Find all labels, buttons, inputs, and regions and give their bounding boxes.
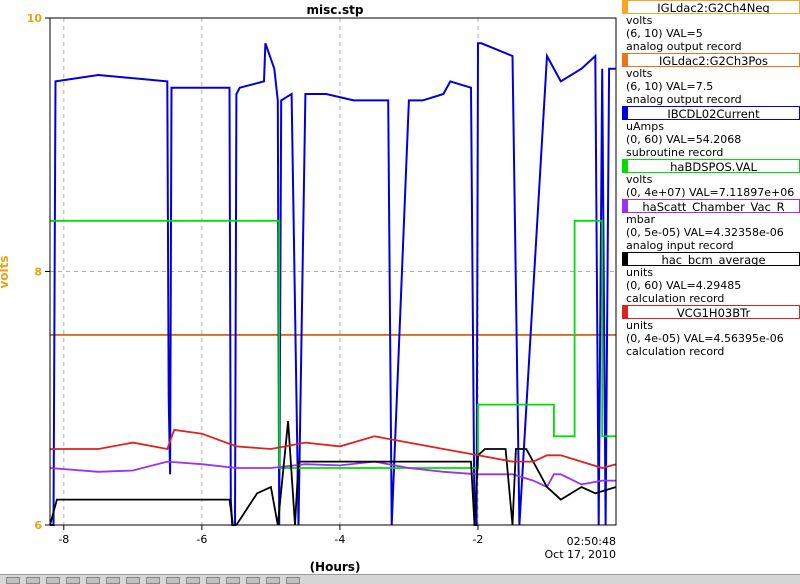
legend-entry-line3: calculation record	[626, 345, 725, 358]
legend-entry[interactable]: IGLdac2:G2Ch4Neg volts (6, 10) VAL=5 analog…	[622, 0, 800, 53]
chart-title: misc.stp	[307, 3, 364, 17]
legend-entry-line2: (6, 10) VAL=5	[626, 27, 703, 40]
legend-entry-line2: (0, 60) VAL=54.2068	[626, 133, 742, 146]
legend-entry[interactable]: IBCDL02Current uAmps (0, 60) VAL=54.2068 su…	[622, 106, 800, 159]
legend-entry-name[interactable]: haBDSPOS.VAL	[622, 159, 800, 173]
x-tick-label: -8	[58, 533, 69, 546]
legend-entry-line3: subroutine record	[626, 146, 724, 159]
legend-entry-line1: volts	[626, 173, 653, 186]
legend-entry-line1: mbar	[626, 213, 655, 226]
legend-entry-line3: calculation record	[626, 292, 725, 305]
legend-entry-line2: (0, 4e-05) VAL=4.56395e-06	[626, 332, 784, 345]
legend-entry-line1: volts	[626, 67, 653, 80]
legend-entry-name[interactable]: VCG1H03BTr	[622, 305, 800, 319]
legend-entry-line3: analog input record	[626, 239, 734, 252]
x-tick-label: -6	[196, 533, 207, 546]
legend-entry-line1: volts	[626, 14, 653, 27]
x-axis-label: (Hours)	[310, 560, 361, 574]
legend-entry-line2: (0, 60) VAL=4.29485	[626, 279, 742, 292]
y-axis-label: volts	[0, 255, 11, 288]
legend-entry-line3: analog output record	[626, 93, 742, 106]
legend-entry-name[interactable]: IBCDL02Current	[622, 106, 800, 120]
legend-entry[interactable]: haScatt_Chamber_Vac_R mbar (0, 5e-05) VAL=…	[622, 199, 800, 252]
x-tick-label: -2	[472, 533, 483, 546]
date-label: Oct 17, 2010	[545, 548, 617, 561]
legend-entry-line1: units	[626, 319, 654, 332]
legend-entry-line2: (6, 10) VAL=7.5	[626, 80, 714, 93]
legend-entry-line2: (0, 4e+07) VAL=7.11897e+06	[626, 186, 795, 199]
legend-entry-name[interactable]: haScatt_Chamber_Vac_R	[622, 199, 800, 213]
legend-entry-line1: uAmps	[626, 120, 664, 133]
legend-entry-line1: units	[626, 266, 654, 279]
timestamp-label: 02:50:48	[567, 535, 616, 548]
x-tick-label: -4	[334, 533, 345, 546]
legend-entry-line3: analog output record	[626, 40, 742, 53]
chart-background	[0, 0, 622, 583]
legend-panel: IGLdac2:G2Ch4Neg volts (6, 10) VAL=5 analog…	[622, 0, 800, 358]
legend-entry[interactable]: IGLdac2:G2Ch3Pos volts (6, 10) VAL=7.5 anal…	[622, 53, 800, 106]
y-tick-label: 8	[34, 266, 42, 279]
y-tick-label: 6	[34, 519, 42, 532]
strip-chart: misc.stp -8 -6 -4 -2 6 8 10 volts (Hours) 02:5…	[0, 0, 622, 583]
legend-entry-name[interactable]: hac_bcm_average	[622, 252, 800, 266]
legend-entry[interactable]: VCG1H03BTr units (0, 4e-05) VAL=4.56395e-0…	[622, 305, 800, 358]
y-tick-label: 10	[27, 12, 43, 25]
legend-entry-line2: (0, 5e-05) VAL=4.32358e-06	[626, 226, 784, 239]
legend-entry-name[interactable]: IGLdac2:G2Ch3Pos	[622, 53, 800, 67]
legend-entry[interactable]: haBDSPOS.VAL volts (0, 4e+07) VAL=7.11897e…	[622, 159, 800, 199]
legend-entry[interactable]: hac_bcm_average units (0, 60) VAL=4.29485 c…	[622, 252, 800, 305]
legend-entry-name[interactable]: IGLdac2:G2Ch4Neg	[622, 0, 800, 14]
